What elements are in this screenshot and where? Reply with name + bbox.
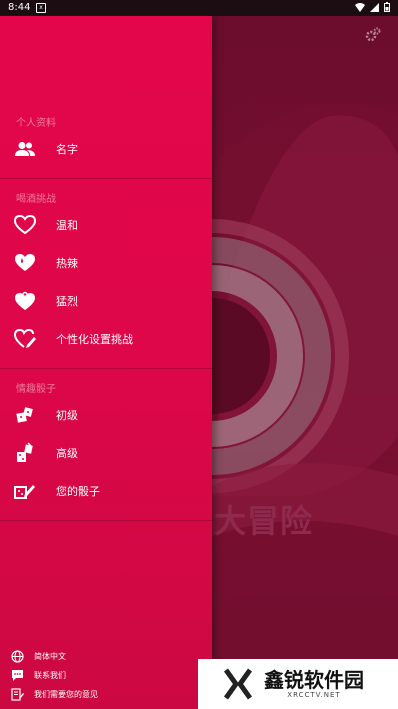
- divider: [0, 520, 212, 521]
- battery-icon: [384, 2, 390, 15]
- watermark-subtitle: XRCCTV.NET: [287, 691, 341, 699]
- drawer-item-label: 简体中文: [34, 651, 66, 661]
- drawer-item-beginner[interactable]: 初级: [0, 397, 212, 433]
- section-title-dice: 情趣骰子: [16, 384, 56, 395]
- drawer-item-language[interactable]: 简体中文: [0, 647, 212, 665]
- heart-outline-icon: [14, 214, 36, 236]
- dice-advanced-icon: [14, 442, 36, 464]
- heart-edit-icon: [14, 328, 36, 350]
- drawer-item-label: 热辣: [56, 257, 78, 270]
- drawer-item-custom-challenge[interactable]: 个性化设置挑战: [0, 321, 212, 357]
- feedback-icon: [10, 687, 24, 701]
- divider: [0, 368, 212, 369]
- drawer-item-your-dice[interactable]: 您的骰子: [0, 473, 212, 509]
- section-title-drinking: 喝酒挑战: [16, 194, 56, 205]
- divider: [0, 178, 212, 179]
- drawer-item-mild[interactable]: 温和: [0, 207, 212, 243]
- app-title: 大冒险: [214, 502, 314, 540]
- heart-flame-icon: [14, 290, 36, 312]
- drawer-item-feedback[interactable]: 我们需要您的意见: [0, 685, 212, 703]
- dice-icon: [14, 404, 36, 426]
- drawer-item-label: 名字: [56, 143, 78, 156]
- section-title-profile: 个人资料: [16, 118, 56, 129]
- settings-icon[interactable]: [364, 26, 382, 44]
- drawer-item-label: 猛烈: [56, 295, 78, 308]
- drawer-item-label: 联系我们: [34, 670, 66, 680]
- watermark: 鑫锐软件园 XRCCTV.NET: [198, 659, 398, 709]
- watermark-title: 鑫锐软件园: [264, 668, 364, 692]
- notification-icon: x: [36, 3, 46, 13]
- signal-icon: [370, 2, 379, 15]
- people-icon: [14, 138, 36, 160]
- wifi-icon: [355, 2, 365, 15]
- drawer-item-label: 高级: [56, 447, 78, 460]
- dice-edit-icon: [14, 480, 36, 502]
- drawer-item-label: 我们需要您的意见: [34, 689, 98, 699]
- chat-icon: [10, 668, 24, 682]
- globe-icon: [10, 649, 24, 663]
- drawer-item-advanced[interactable]: 高级: [0, 435, 212, 471]
- drawer-item-contact[interactable]: 联系我们: [0, 666, 212, 684]
- status-time: 8:44: [8, 2, 31, 13]
- drawer-item-label: 个性化设置挑战: [56, 333, 133, 346]
- navigation-drawer: 个人资料 名字 喝酒挑战 温和 热辣 猛烈 个性化设置挑战 情趣骰子 初级 高级…: [0, 16, 212, 709]
- drawer-item-label: 初级: [56, 409, 78, 422]
- drawer-item-spicy[interactable]: 热辣: [0, 245, 212, 281]
- system-icons: [355, 2, 390, 15]
- drawer-item-label: 您的骰子: [56, 485, 100, 498]
- heart-drop-icon: [14, 252, 36, 274]
- drawer-item-name[interactable]: 名字: [0, 131, 212, 167]
- drawer-item-label: 温和: [56, 219, 78, 232]
- status-bar: 8:44 x: [0, 0, 398, 16]
- drawer-item-fierce[interactable]: 猛烈: [0, 283, 212, 319]
- watermark-logo-icon: [223, 668, 253, 700]
